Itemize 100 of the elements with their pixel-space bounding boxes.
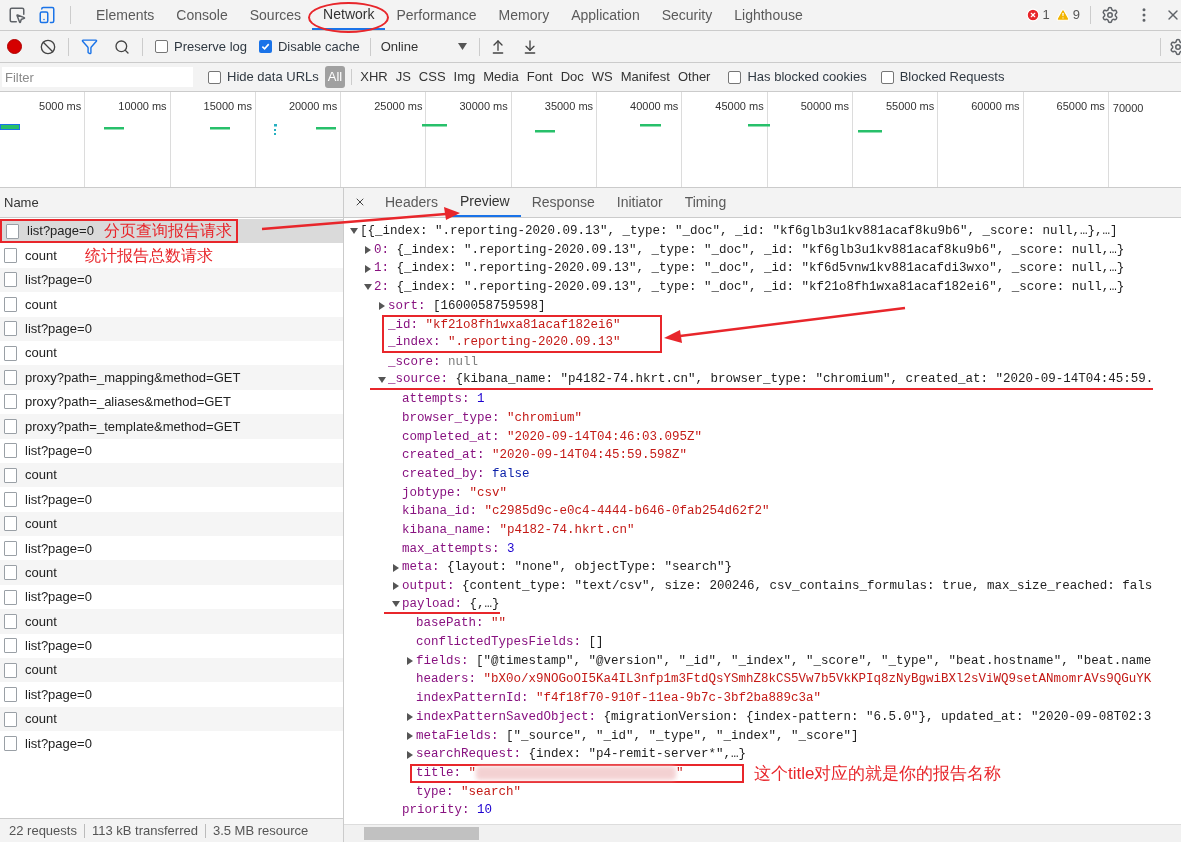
checkbox[interactable] (880, 70, 894, 84)
panel-tab[interactable]: Lighthouse (723, 0, 814, 30)
request-row[interactable]: count (0, 658, 343, 683)
request-row[interactable]: proxy?path=_mapping&method=GET (0, 365, 343, 390)
checkbox-label[interactable]: Preserve log (155, 36, 247, 57)
expand-caret-icon[interactable] (365, 246, 371, 255)
annotation-note: 分页查询报告请求 (103, 221, 232, 242)
inspect-icon[interactable] (8, 6, 26, 24)
record-button[interactable] (7, 39, 22, 54)
preview-line: completed_at: "2020-09-14T04:46:03.095Z" (402, 428, 703, 446)
timeline-tick-label: 5000 ms (39, 99, 82, 112)
preview-line: created_at: "2020-09-14T04:45:59.598Z" (402, 447, 688, 465)
resource-type-filter[interactable]: WS (587, 66, 617, 88)
panel-tab[interactable]: Memory (487, 0, 561, 30)
detail-tab[interactable]: Initiator (605, 188, 674, 217)
checkbox[interactable] (208, 70, 221, 84)
detail-tab[interactable]: Response (520, 188, 606, 217)
checkbox-label[interactable]: Hide data URLs (208, 67, 319, 87)
preview-line: max_attempts: 3 (402, 540, 515, 558)
checkbox[interactable] (728, 70, 742, 84)
filter-icon[interactable] (81, 38, 98, 55)
panel-tab[interactable]: Application (560, 0, 651, 30)
preview-line: title: " (416, 764, 477, 782)
request-row[interactable]: count (0, 511, 343, 537)
checkbox[interactable] (259, 40, 272, 53)
expand-caret-icon[interactable] (378, 376, 386, 383)
request-name: count (25, 563, 57, 582)
scroll-thumb[interactable] (364, 827, 479, 840)
file-icon (4, 370, 17, 386)
request-name: list?page=0 (25, 271, 92, 290)
checkbox[interactable] (155, 40, 168, 53)
preview-line: basePath: "" (416, 615, 507, 633)
resource-type-filter[interactable]: CSS (414, 66, 450, 88)
request-name: list?page=0 (27, 222, 94, 241)
expand-caret-icon[interactable] (364, 284, 372, 291)
checkbox-label[interactable]: Blocked Requests (880, 67, 1005, 87)
request-row[interactable]: list?page=0 (0, 316, 343, 341)
panel-tab[interactable]: Security (650, 0, 724, 30)
file-icon (4, 735, 17, 751)
network-settings-icon[interactable] (1169, 37, 1181, 56)
error-icon (1025, 8, 1040, 22)
panel-tab[interactable]: Console (165, 0, 239, 30)
expand-caret-icon[interactable] (379, 302, 385, 311)
preview-line: _id: "kf21o8fh1wxa81acaf182ei6" (388, 317, 621, 335)
filter-field[interactable]: Filter (2, 67, 193, 87)
preview-line: kibana_name: "p4182-74.hkrt.cn" (402, 521, 635, 539)
timeline-tick-label: 20000 ms (288, 99, 338, 112)
expand-caret-icon[interactable] (350, 228, 358, 235)
resource-type-filter[interactable]: Media (479, 66, 523, 88)
resource-type-filter[interactable]: Manifest (616, 66, 674, 88)
clear-icon[interactable] (40, 38, 56, 55)
resource-type-filter[interactable]: Font (522, 66, 557, 88)
close-icon[interactable] (354, 196, 366, 208)
annotation-note: 统计报告总数请求 (84, 245, 213, 266)
file-icon (4, 492, 17, 507)
detail-tab[interactable]: Timing (673, 188, 738, 217)
column-header[interactable]: Name (4, 192, 39, 213)
device-toolbar-icon[interactable] (38, 6, 56, 24)
preview-line: kibana_id: "c2985d9c-e0c4-4444-b646-0fab254d62f2" (402, 503, 770, 521)
request-row[interactable]: proxy?path=_template&method=GET (0, 414, 343, 439)
expand-caret-icon[interactable] (393, 563, 399, 572)
preview-line: 0: {_index: ".reporting-2020.09.13", _type: "_doc", _id: "kf6glb3u1kv881acaf8ku9b6", _score: null,…} (374, 241, 1125, 259)
expand-caret-icon[interactable] (392, 601, 400, 608)
request-row[interactable]: count (0, 706, 343, 732)
checkbox-label[interactable]: Has blocked cookies (728, 67, 867, 87)
request-name: proxy?path=_mapping&method=GET (25, 368, 241, 387)
panel-tab[interactable]: Sources (238, 0, 313, 30)
request-row[interactable]: list?page=0 (0, 267, 343, 293)
file-icon (4, 589, 17, 605)
horizontal-scrollbar[interactable] (344, 824, 1181, 842)
request-name: list?page=0 (25, 441, 92, 460)
expand-caret-icon[interactable] (407, 713, 413, 722)
preview-line: fields: ["@timestamp", "@version", "_id", "_index", "_score", "_type", "beat.hostname", "beat.name (416, 652, 1152, 670)
resource-type-filter[interactable]: Doc (556, 66, 588, 88)
resource-type-filter[interactable]: Img (449, 66, 480, 88)
panel-tab[interactable]: Performance (385, 0, 488, 30)
request-row[interactable]: count (0, 560, 343, 585)
request-row[interactable]: list?page=0 分页查询报告请求 (0, 219, 343, 244)
file-icon (4, 321, 17, 337)
resource-type-filter[interactable]: Other (673, 66, 715, 88)
checkbox-label[interactable]: Disable cache (259, 36, 360, 57)
preview-line: jobtype: "csv" (402, 484, 508, 502)
resource-type-filter[interactable]: JS (391, 66, 415, 88)
request-row[interactable]: count (0, 462, 343, 488)
detail-tab[interactable]: Headers (374, 188, 449, 217)
file-icon (4, 711, 17, 727)
expand-caret-icon[interactable] (365, 264, 371, 273)
throttling-select[interactable]: Online (380, 36, 467, 57)
expand-caret-icon[interactable] (407, 731, 413, 740)
warning-count[interactable]: 9 (1072, 5, 1080, 25)
search-icon[interactable] (114, 38, 130, 55)
request-name: list?page=0 (25, 490, 92, 509)
settings-icon[interactable] (1101, 6, 1119, 24)
request-row[interactable]: count (0, 609, 343, 634)
resource-type-filter[interactable]: XHR (356, 66, 392, 88)
expand-caret-icon[interactable] (393, 582, 399, 591)
panel-tab[interactable]: Elements (85, 0, 166, 30)
expand-caret-icon[interactable] (407, 657, 413, 666)
error-count[interactable]: 1 (1042, 5, 1050, 25)
expand-caret-icon[interactable] (407, 750, 413, 759)
